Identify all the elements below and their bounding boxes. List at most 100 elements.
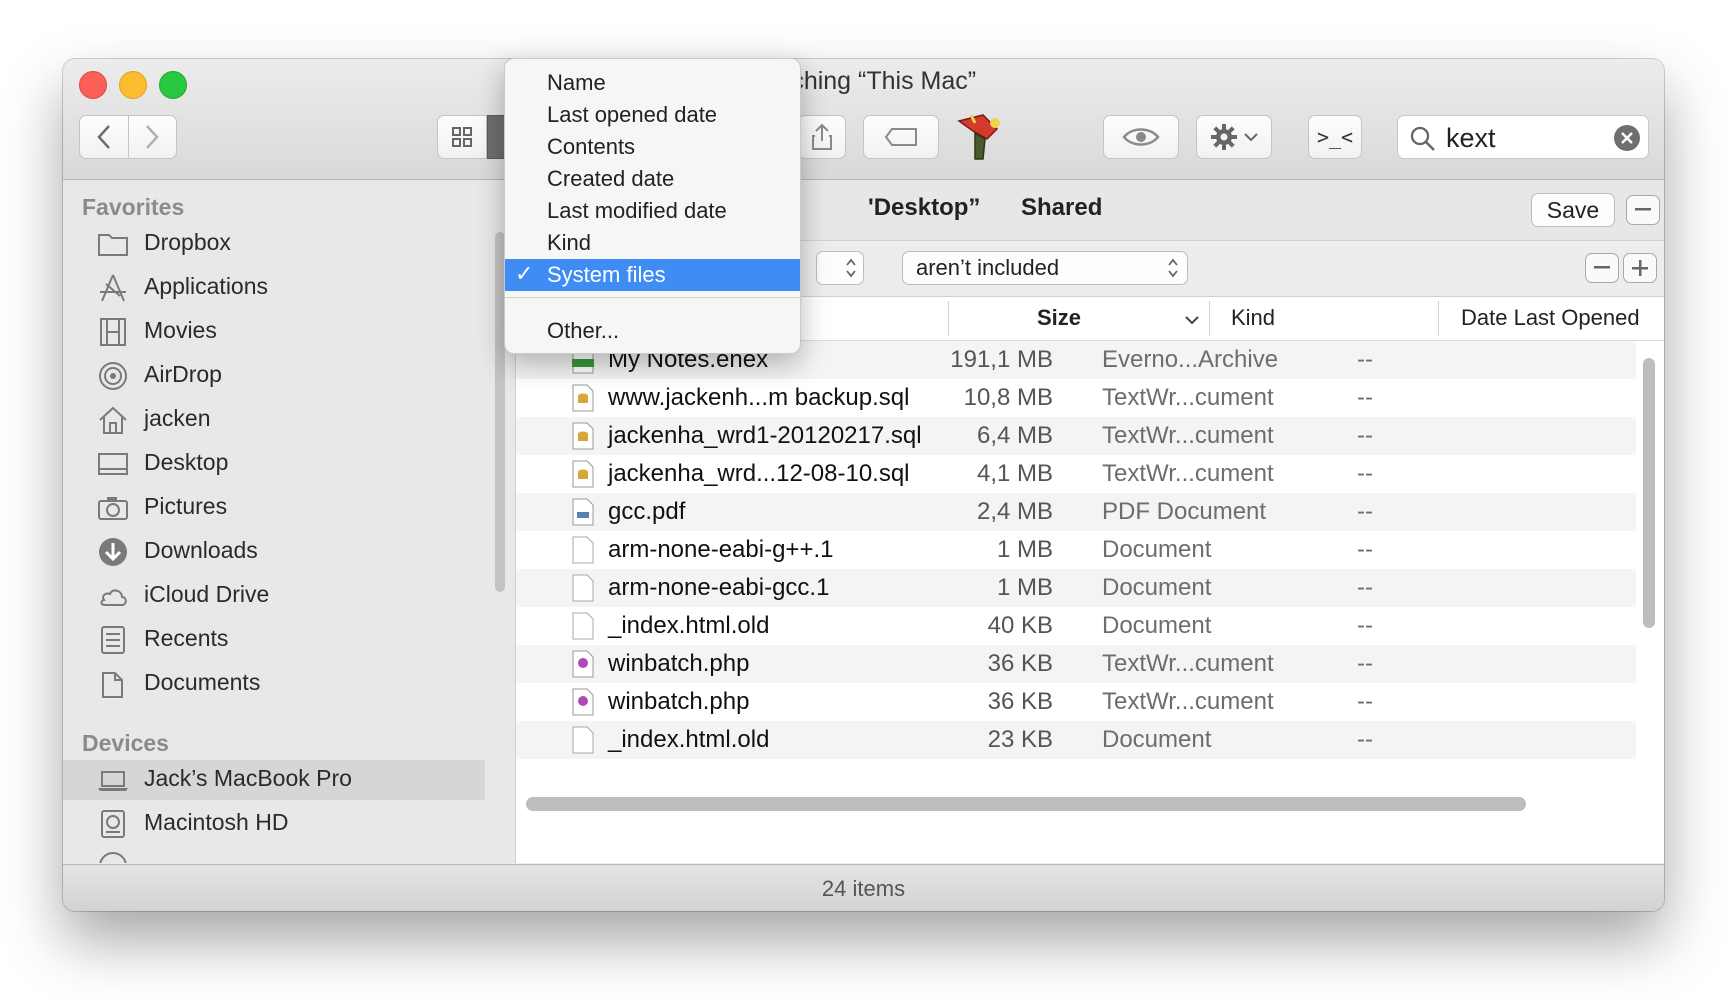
scope-shared[interactable]: Shared bbox=[1021, 194, 1102, 222]
menu-item-contents[interactable]: Contents bbox=[505, 131, 800, 163]
updown-arrows-icon bbox=[846, 258, 856, 278]
table-row[interactable]: www.jackenh...m backup.sql 10,8 MB TextW… bbox=[516, 379, 1636, 417]
sidebar-item-desktop[interactable]: Desktop bbox=[63, 444, 485, 484]
clear-search-button[interactable] bbox=[1614, 125, 1640, 151]
share-button[interactable] bbox=[798, 115, 846, 159]
column-header-date-last-opened[interactable]: Date Last Opened bbox=[1461, 305, 1640, 331]
minus-icon bbox=[1635, 208, 1651, 211]
sidebar-item-dropbox[interactable]: Dropbox bbox=[63, 224, 485, 264]
menu-separator bbox=[505, 297, 800, 298]
checkmark-icon: ✓ bbox=[515, 261, 534, 286]
airdrop-icon bbox=[99, 362, 127, 390]
forward-button[interactable] bbox=[129, 116, 177, 158]
sql-file-icon bbox=[572, 384, 594, 412]
sidebar-item-macintosh-hd[interactable]: Macintosh HD bbox=[63, 804, 485, 844]
sidebar-item-icloud-drive[interactable]: iCloud Drive bbox=[63, 576, 485, 616]
menu-item-other[interactable]: Other... bbox=[505, 315, 800, 347]
column-header-size[interactable]: Size bbox=[1037, 305, 1081, 331]
zoom-button[interactable] bbox=[159, 71, 187, 99]
document-icon bbox=[572, 574, 594, 602]
menu-item-name[interactable]: Name bbox=[505, 67, 800, 99]
sidebar: Favorites Dropbox Applications Movies Ai… bbox=[63, 180, 516, 863]
table-row[interactable]: arm-none-eabi-gcc.1 1 MB Document -- bbox=[516, 569, 1636, 607]
documents-icon bbox=[102, 672, 123, 698]
pdf-file-icon bbox=[572, 498, 594, 526]
status-bar: 24 items bbox=[63, 864, 1664, 911]
sql-file-icon bbox=[572, 460, 594, 488]
table-row[interactable]: _index.html.old 23 KB Document -- bbox=[516, 721, 1636, 759]
table-row[interactable]: jackenha_wrd1-20120217.sql 6,4 MB TextWr… bbox=[516, 417, 1636, 455]
column-separator bbox=[1209, 301, 1210, 336]
close-icon bbox=[1621, 132, 1633, 144]
back-button[interactable] bbox=[80, 116, 129, 158]
laptop-icon bbox=[98, 771, 128, 791]
sidebar-item-recents[interactable]: Recents bbox=[63, 620, 485, 660]
download-icon bbox=[99, 538, 127, 566]
recents-icon bbox=[101, 626, 125, 654]
share-icon bbox=[812, 123, 832, 150]
menu-item-last-opened-date[interactable]: Last opened date bbox=[505, 99, 800, 131]
criteria-operator-popup[interactable]: aren’t included bbox=[902, 251, 1188, 285]
table-row[interactable]: winbatch.php 36 KB TextWr...cument -- bbox=[516, 683, 1636, 721]
terminal-icon: >_< bbox=[1316, 125, 1354, 149]
plus-icon bbox=[1632, 260, 1648, 276]
sidebar-item-jacken[interactable]: jacken bbox=[63, 400, 485, 440]
chevron-down-icon bbox=[1244, 133, 1258, 142]
applications-icon bbox=[100, 274, 126, 302]
table-row[interactable]: _index.html.old 40 KB Document -- bbox=[516, 607, 1636, 645]
sidebar-item-macbook-pro[interactable]: Jack’s MacBook Pro bbox=[63, 760, 485, 800]
add-criteria-button[interactable] bbox=[1623, 253, 1657, 283]
eye-icon bbox=[1122, 128, 1160, 146]
document-icon bbox=[572, 726, 594, 754]
cloud-icon bbox=[100, 589, 127, 606]
remove-search-button[interactable] bbox=[1626, 195, 1660, 225]
remove-criteria-button[interactable] bbox=[1585, 253, 1619, 283]
folder-icon bbox=[98, 234, 128, 256]
column-header-kind[interactable]: Kind bbox=[1231, 305, 1275, 331]
menu-item-system-files[interactable]: ✓ System files bbox=[505, 259, 800, 291]
desktop-icon bbox=[98, 453, 128, 475]
back-forward-group bbox=[79, 115, 177, 159]
chevron-down-icon bbox=[1185, 316, 1199, 325]
table-row[interactable]: arm-none-eabi-g++.1 1 MB Document -- bbox=[516, 531, 1636, 569]
scope-desktop[interactable]: 'Desktop” bbox=[868, 194, 980, 222]
table-row[interactable]: winbatch.php 36 KB TextWr...cument -- bbox=[516, 645, 1636, 683]
window-title: rching “This Mac” bbox=[783, 67, 977, 95]
action-menu-button[interactable] bbox=[1196, 115, 1272, 159]
film-icon bbox=[100, 318, 126, 346]
sidebar-item-pictures[interactable]: Pictures bbox=[63, 488, 485, 528]
menu-item-kind[interactable]: Kind bbox=[505, 227, 800, 259]
vertical-scrollbar[interactable] bbox=[1643, 358, 1655, 628]
file-list: My Notes.enex 191,1 MB Everno...Archive … bbox=[516, 341, 1636, 781]
tags-button[interactable] bbox=[863, 115, 939, 159]
horizontal-scrollbar[interactable] bbox=[526, 797, 1526, 811]
quick-look-button[interactable] bbox=[1103, 115, 1179, 159]
column-separator bbox=[1438, 301, 1439, 336]
sidebar-item-applications[interactable]: Applications bbox=[63, 268, 485, 308]
search-input[interactable]: kext bbox=[1397, 115, 1649, 159]
menu-item-created-date[interactable]: Created date bbox=[505, 163, 800, 195]
minimize-button[interactable] bbox=[119, 71, 147, 99]
icon-view-button[interactable] bbox=[437, 115, 487, 159]
menu-item-last-modified-date[interactable]: Last modified date bbox=[505, 195, 800, 227]
sidebar-item-documents[interactable]: Documents bbox=[63, 664, 485, 704]
sql-file-icon bbox=[572, 422, 594, 450]
table-row[interactable]: gcc.pdf 2,4 MB PDF Document -- bbox=[516, 493, 1636, 531]
toolbar: rching “This Mac” >_< kext bbox=[63, 59, 1664, 180]
sidebar-item-airdrop[interactable]: AirDrop bbox=[63, 356, 485, 396]
tag-icon bbox=[884, 128, 917, 146]
favorites-header: Favorites bbox=[82, 194, 185, 220]
close-button[interactable] bbox=[79, 71, 107, 99]
sidebar-item-movies[interactable]: Movies bbox=[63, 312, 485, 352]
partial-device-icon bbox=[97, 850, 129, 863]
terminal-button[interactable]: >_< bbox=[1308, 115, 1362, 159]
criteria-operator-value: aren’t included bbox=[916, 255, 1060, 280]
table-row[interactable]: jackenha_wrd...12-08-10.sql 4,1 MB TextW… bbox=[516, 455, 1636, 493]
ray-gun-icon bbox=[957, 114, 1000, 160]
criteria-attribute-popup[interactable] bbox=[816, 251, 864, 285]
ray-gun-app-icon[interactable] bbox=[953, 109, 1007, 165]
save-button[interactable]: Save bbox=[1531, 193, 1615, 227]
search-value: kext bbox=[1446, 123, 1496, 153]
devices-header: Devices bbox=[82, 730, 169, 756]
sidebar-item-downloads[interactable]: Downloads bbox=[63, 532, 485, 572]
